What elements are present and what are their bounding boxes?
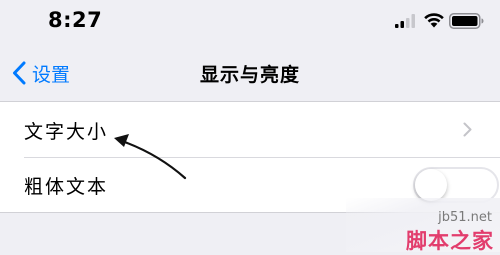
settings-row-label: 粗体文本 bbox=[24, 176, 109, 198]
toggle-knob bbox=[415, 169, 447, 201]
settings-group: 文字大小 粗体文本 bbox=[0, 101, 500, 213]
watermark: jb51.net 脚本之家 bbox=[346, 198, 500, 253]
settings-row-text-size[interactable]: 文字大小 bbox=[0, 102, 500, 157]
battery-icon bbox=[449, 13, 484, 29]
settings-row-label: 文字大小 bbox=[24, 121, 109, 143]
watermark-name: 脚本之家 bbox=[406, 228, 494, 253]
wifi-icon bbox=[424, 13, 444, 28]
chevron-right-icon bbox=[463, 122, 472, 137]
page-title: 显示与亮度 bbox=[199, 64, 300, 86]
navigation-bar: 设置 显示与亮度 bbox=[0, 44, 500, 102]
status-time: 8:27 bbox=[48, 8, 103, 32]
curved-arrow-icon bbox=[114, 134, 187, 180]
watermark-url: jb51.net bbox=[438, 210, 492, 225]
status-bar: 8:27 bbox=[0, 0, 500, 44]
cellular-signal-icon bbox=[395, 14, 415, 28]
